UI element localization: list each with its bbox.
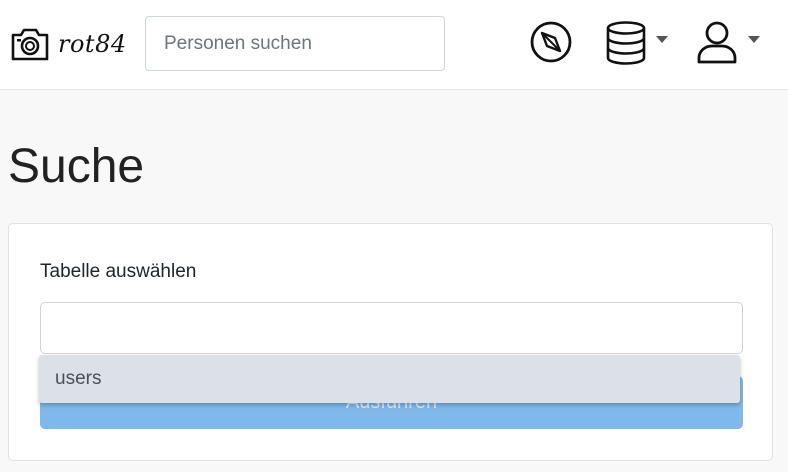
- chevron-down-icon[interactable]: [656, 36, 668, 43]
- database-icon[interactable]: [604, 20, 648, 66]
- table-select-input[interactable]: [40, 302, 743, 354]
- brand-name: rot84: [58, 30, 127, 58]
- chevron-down-icon[interactable]: [748, 36, 760, 43]
- brand[interactable]: rot84: [10, 22, 127, 66]
- camera-icon: [11, 28, 49, 61]
- page-title: Suche: [8, 140, 145, 193]
- search-input[interactable]: [145, 16, 445, 71]
- compass-icon[interactable]: [529, 20, 573, 64]
- table-dropdown: users: [39, 355, 740, 403]
- dropdown-option-users[interactable]: users: [55, 355, 101, 403]
- table-select-label: Tabelle auswählen: [40, 261, 197, 282]
- search-form-card: Tabelle auswählen Ausführen: [8, 223, 773, 461]
- user-icon[interactable]: [696, 20, 738, 64]
- navbar: rot84: [0, 0, 788, 90]
